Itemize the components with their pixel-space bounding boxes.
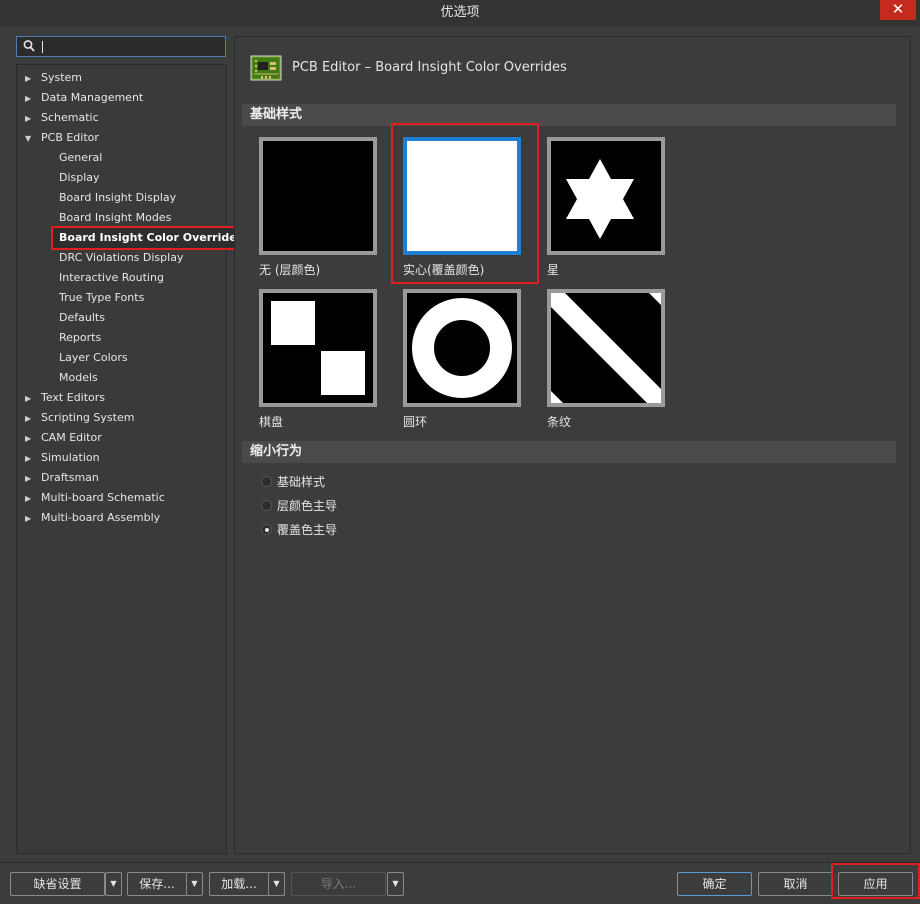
tree-item-scripting-system[interactable]: ▶ Scripting System [25,408,134,428]
expand-arrow-icon[interactable]: ▶ [25,509,41,529]
expand-arrow-icon[interactable]: ▶ [25,489,41,509]
tree-item-multi-board-assembly[interactable]: ▶ Multi-board Assembly [25,508,160,528]
defaults-button[interactable]: 缺省设置 [10,872,105,896]
ring-icon [412,298,512,398]
pattern-star-swatch[interactable] [547,137,665,255]
tree-item-true-type-fonts[interactable]: True Type Fonts [59,288,144,308]
tree-item-board-insight-display[interactable]: Board Insight Display [59,188,176,208]
close-icon: ✕ [891,0,905,18]
pattern-stripe-swatch[interactable] [547,289,665,407]
selection-highlight [391,123,539,284]
radio-button-checked[interactable] [261,524,272,535]
zoom-option-layer-color[interactable]: 层颜色主导 [261,496,337,516]
tree-item-board-insight-modes[interactable]: Board Insight Modes [59,208,171,228]
zoom-option-base-style[interactable]: 基础样式 [261,472,325,492]
checkerboard-icon [271,301,365,395]
page-title: PCB Editor – Board Insight Color Overrid… [292,60,567,75]
tree-item-schematic[interactable]: ▶ Schematic [25,108,99,128]
search-input[interactable] [16,36,226,57]
tree-item-pcb-editor[interactable]: ▼ PCB Editor [25,128,99,148]
preferences-tree[interactable]: ▶ System ▶ Data Management ▶ Schematic ▼ PCB… [16,64,257,854]
tree-item-draftsman[interactable]: ▶ Draftsman [25,468,99,488]
tree-item-multi-board-schematic[interactable]: ▶ Multi-board Schematic [25,488,165,508]
tree-item-drc-violations-display[interactable]: DRC Violations Display [59,248,183,268]
cancel-button[interactable]: 取消 [758,872,833,896]
tree-item-reports[interactable]: Reports [59,328,101,348]
pattern-star[interactable]: 星 [547,137,665,277]
tree-item-general[interactable]: General [59,148,102,168]
expand-arrow-icon[interactable]: ▶ [25,109,41,129]
dialog-footer: 缺省设置 ▼ 保存... ▼ 加载... ▼ 导入... ▼ 确定 取消 应用 [0,862,920,904]
window-titlebar: 优选项 [0,0,920,26]
collapse-arrow-icon[interactable]: ▼ [25,129,41,149]
pattern-ring[interactable]: 圆环 [403,289,521,429]
text-caret [42,41,43,53]
tree-item-models[interactable]: Models [59,368,98,388]
pattern-checkerboard-label: 棋盘 [259,415,284,429]
tree-item-system[interactable]: ▶ System [25,68,82,88]
tree-item-board-insight-color-overrides[interactable]: Board Insight Color Overrides * [51,226,257,250]
expand-arrow-icon[interactable]: ▶ [25,69,41,89]
close-button[interactable]: ✕ [880,0,916,20]
section-header-base-style: 基础样式 [242,104,896,126]
load-dropdown-icon[interactable]: ▼ [268,872,285,896]
pattern-checkerboard[interactable]: 棋盘 [259,289,377,429]
section-header-zoom-behavior: 缩小行为 [242,441,896,463]
pattern-none-swatch[interactable] [259,137,377,255]
search-icon [23,40,35,52]
expand-arrow-icon[interactable]: ▶ [25,409,41,429]
pattern-checkerboard-swatch[interactable] [259,289,377,407]
import-dropdown-icon[interactable]: ▼ [387,872,404,896]
apply-highlight [831,863,920,899]
tree-item-data-management[interactable]: ▶ Data Management [25,88,143,108]
tree-item-display[interactable]: Display [59,168,100,188]
pattern-stripe-label: 条纹 [547,415,572,429]
radio-button[interactable] [261,500,272,511]
expand-arrow-icon[interactable]: ▶ [25,449,41,469]
pattern-ring-label: 圆环 [403,415,428,429]
expand-arrow-icon[interactable]: ▶ [25,389,41,409]
save-dropdown-icon[interactable]: ▼ [186,872,203,896]
tree-item-simulation[interactable]: ▶ Simulation [25,448,100,468]
expand-arrow-icon[interactable]: ▶ [25,429,41,449]
pattern-none-label: 无 (层颜色) [259,263,321,277]
tree-item-interactive-routing[interactable]: Interactive Routing [59,268,164,288]
pattern-star-label: 星 [547,263,560,277]
pcb-board-icon [250,55,282,81]
settings-panel: PCB Editor – Board Insight Color Overrid… [234,36,911,854]
stripe-icon [551,293,661,403]
tree-item-defaults[interactable]: Defaults [59,308,105,328]
load-button[interactable]: 加载... [209,872,269,896]
radio-button[interactable] [261,476,272,487]
tree-item-text-editors[interactable]: ▶ Text Editors [25,388,105,408]
save-button[interactable]: 保存... [127,872,187,896]
window-title: 优选项 [440,5,480,20]
expand-arrow-icon[interactable]: ▶ [25,89,41,109]
zoom-option-override-color[interactable]: 覆盖色主导 [261,520,337,540]
import-button[interactable]: 导入... [291,872,386,896]
defaults-dropdown-icon[interactable]: ▼ [105,872,122,896]
ok-button[interactable]: 确定 [677,872,752,896]
tree-item-layer-colors[interactable]: Layer Colors [59,348,128,368]
pattern-stripe[interactable]: 条纹 [547,289,665,429]
star-icon [566,159,634,239]
expand-arrow-icon[interactable]: ▶ [25,469,41,489]
pattern-none[interactable]: 无 (层颜色) [259,137,377,277]
pattern-ring-swatch[interactable] [403,289,521,407]
tree-item-cam-editor[interactable]: ▶ CAM Editor [25,428,102,448]
